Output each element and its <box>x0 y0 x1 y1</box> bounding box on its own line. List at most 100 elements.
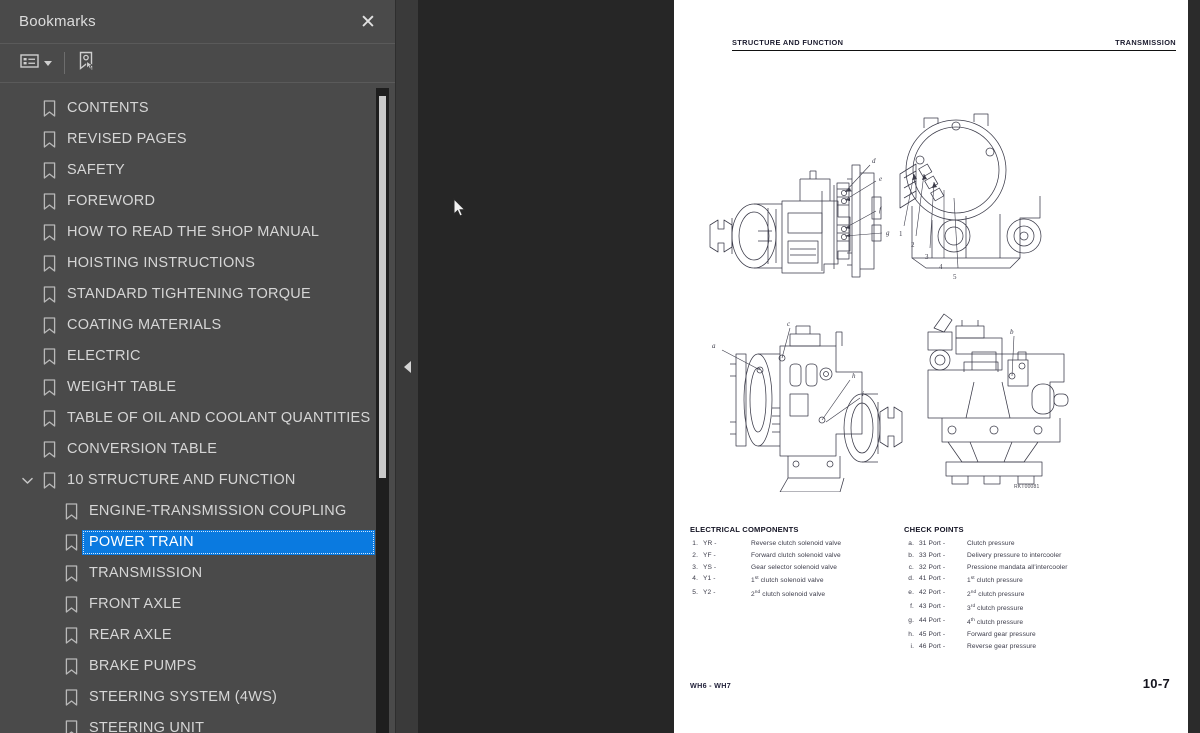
sidebar-item-hoisting-instructions[interactable]: HOISTING INSTRUCTIONS <box>0 248 396 279</box>
row-index: 1. <box>692 540 698 547</box>
sidebar-item-coating-materials[interactable]: COATING MATERIALS <box>0 310 396 341</box>
bookmark-options-button[interactable] <box>18 50 54 76</box>
collapse-panel-button[interactable] <box>396 352 418 382</box>
sidebar-item-label: ELECTRIC <box>67 348 141 364</box>
sidebar-item-rear-axle[interactable]: REAR AXLE <box>0 620 396 651</box>
check-point-row: e. 42 Port - 2nd clutch pressure <box>904 587 1144 601</box>
close-icon[interactable]: ✕ <box>355 9 381 35</box>
sidebar-item-label: 10 STRUCTURE AND FUNCTION <box>67 472 296 488</box>
triangle-left-icon <box>403 361 411 373</box>
bookmarks-scrollbar-thumb[interactable] <box>379 96 386 478</box>
document-viewer[interactable]: STRUCTURE AND FUNCTION TRANSMISSION d e … <box>418 0 1200 733</box>
bookmarks-tree: CONTENTS REVISED PAGES SAFETY FOREWORD HOW T… <box>0 84 396 733</box>
callout-f: f <box>879 206 882 214</box>
callout-1: 1 <box>899 230 903 238</box>
sidebar-item-contents[interactable]: CONTENTS <box>0 93 396 124</box>
header-right-text: TRANSMISSION <box>1115 38 1176 47</box>
list-options-icon <box>20 53 39 74</box>
sidebar-item-steering-unit[interactable]: STEERING UNIT <box>0 713 396 733</box>
bookmark-icon <box>38 217 60 248</box>
diagram-top-right: 1 2 3 4 5 <box>896 108 1084 290</box>
bookmark-icon <box>38 186 60 217</box>
row-text: 2nd clutch solenoid valve <box>751 590 826 599</box>
check-points-legend: CHECK POINTS a. 31 Port - Clutch pressure b… <box>904 525 1144 653</box>
electrical-component-row: 5. Y2 - 2nd clutch solenoid valve <box>690 587 890 601</box>
sidebar-item-table-of-oil-and-coolant-quantities[interactable]: TABLE OF OIL AND COOLANT QUANTITIES <box>0 403 396 434</box>
sidebar-item-safety[interactable]: SAFETY <box>0 155 396 186</box>
sidebar-item-brake-pumps[interactable]: BRAKE PUMPS <box>0 651 396 682</box>
check-point-row: i. 46 Port - Reverse gear pressure <box>904 641 1144 653</box>
check-point-row: g. 44 Port - 4th clutch pressure <box>904 615 1144 629</box>
bookmarks-tree-scroll[interactable]: CONTENTS REVISED PAGES SAFETY FOREWORD HOW T… <box>0 84 396 733</box>
callout-b: b <box>1010 328 1014 336</box>
row-index: f. <box>910 603 914 611</box>
callout-3: 3 <box>925 253 929 261</box>
new-bookmark-button[interactable] <box>75 50 98 76</box>
row-index: 2. <box>692 551 698 559</box>
sidebar-item-transmission[interactable]: TRANSMISSION <box>0 558 396 589</box>
callout-c: c <box>787 320 791 328</box>
bookmark-icon <box>60 682 82 713</box>
row-code: Y1 - <box>703 575 716 583</box>
panel-splitter[interactable] <box>396 0 418 733</box>
viewer-scrollbar[interactable] <box>1188 0 1200 733</box>
chevron-down-icon[interactable] <box>16 465 38 496</box>
row-text: Clutch pressure <box>967 540 1015 547</box>
row-port: 44 Port - <box>919 617 946 625</box>
sidebar-item-engine-transmission-coupling[interactable]: ENGINE-TRANSMISSION COUPLING <box>0 496 396 527</box>
sidebar-item-front-axle[interactable]: FRONT AXLE <box>0 589 396 620</box>
bookmark-icon <box>38 434 60 465</box>
bookmark-icon <box>60 620 82 651</box>
row-port: 45 Port - <box>919 631 946 639</box>
superscript: st <box>754 576 759 582</box>
row-index: e. <box>908 589 914 597</box>
sidebar-item-steering-system-4ws[interactable]: STEERING SYSTEM (4WS) <box>0 682 396 713</box>
sidebar-item-label: POWER TRAIN <box>89 534 194 550</box>
sidebar-item-10-structure-and-function[interactable]: 10 STRUCTURE AND FUNCTION <box>0 465 396 496</box>
sidebar-item-label: BRAKE PUMPS <box>89 658 197 674</box>
check-point-row: a. 31 Port - Clutch pressure <box>904 538 1144 550</box>
callout-d: d <box>872 157 876 165</box>
sidebar-item-weight-table[interactable]: WEIGHT TABLE <box>0 372 396 403</box>
row-text: 1st clutch pressure <box>967 576 1023 585</box>
sidebar-item-how-to-read-the-shop-manual[interactable]: HOW TO READ THE SHOP MANUAL <box>0 217 396 248</box>
row-port: 46 Port - <box>919 643 946 651</box>
row-index: h. <box>908 631 914 639</box>
sidebar-item-electric[interactable]: ELECTRIC <box>0 341 396 372</box>
sidebar-item-foreword[interactable]: FOREWORD <box>0 186 396 217</box>
row-port: 43 Port - <box>919 603 946 611</box>
row-text: Pressione mandata all'intercooler <box>967 563 1068 571</box>
row-text: 2nd clutch pressure <box>967 590 1025 599</box>
row-index: 4. <box>692 575 698 583</box>
page-running-head: STRUCTURE AND FUNCTION TRANSMISSION <box>732 38 1176 51</box>
sidebar-item-conversion-table[interactable]: CONVERSION TABLE <box>0 434 396 465</box>
check-point-row: b. 33 Port - Delivery pressure to intercoo… <box>904 550 1144 562</box>
row-index: 3. <box>692 563 698 571</box>
sidebar-item-revised-pages[interactable]: REVISED PAGES <box>0 124 396 155</box>
page-footer: WH6 - WH7 10-7 <box>690 676 1170 691</box>
row-index: g. <box>908 617 914 625</box>
page-title: Bookmarks <box>19 13 96 30</box>
callout-4: 4 <box>939 263 943 271</box>
electrical-components-legend: ELECTRICAL COMPONENTS 1. YR - Reverse clut… <box>690 525 890 601</box>
sidebar-item-power-train[interactable]: POWER TRAIN <box>0 527 396 558</box>
bookmark-icon <box>60 527 82 558</box>
bookmark-icon <box>38 279 60 310</box>
sidebar-item-standard-tightening-torque[interactable]: STANDARD TIGHTENING TORQUE <box>0 279 396 310</box>
row-port: 41 Port - <box>919 575 946 583</box>
row-port: 32 Port - <box>919 563 946 571</box>
callout-5: 5 <box>953 273 957 281</box>
row-text: 4th clutch pressure <box>967 618 1024 627</box>
bookmarks-scrollbar[interactable] <box>376 88 389 733</box>
